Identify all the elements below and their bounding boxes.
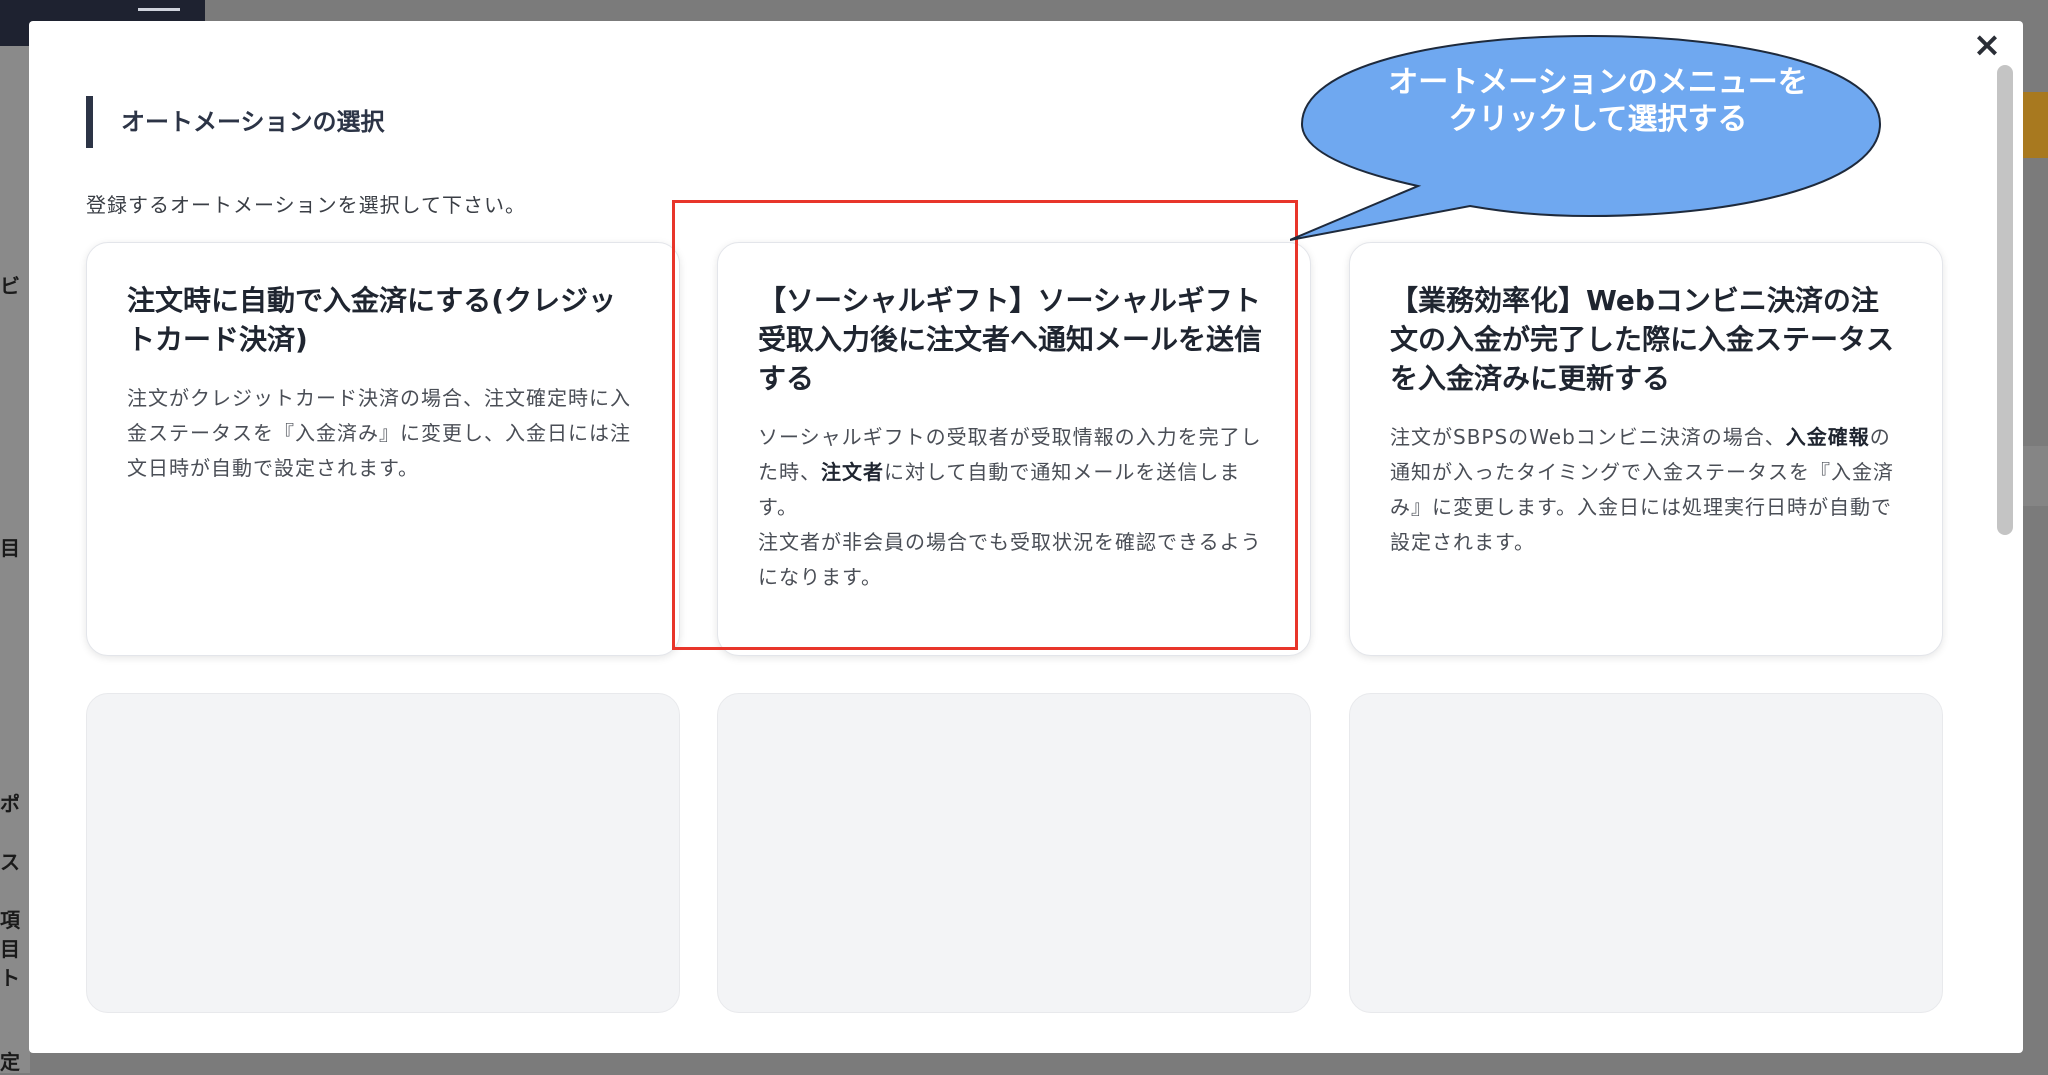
selection-highlight <box>672 200 1298 650</box>
automation-card-web-conbini[interactable]: 【業務効率化】Webコンビニ決済の注文の入金が完了した際に入金ステータスを入金済… <box>1349 242 1943 656</box>
sidebar-fragment[interactable]: 目 <box>0 532 20 561</box>
card-description: 注文がSBPSのWebコンビニ決済の場合、入金確報の通知が入ったタイミングで入金… <box>1390 425 1894 554</box>
sidebar-fragment[interactable]: 定 <box>0 1046 20 1075</box>
scrollbar-thumb[interactable] <box>1997 65 2013 535</box>
background-divider <box>2020 446 2048 506</box>
sidebar-fragment[interactable]: 項目 <box>0 904 30 962</box>
scrollbar[interactable] <box>1997 21 2019 1053</box>
automation-card-placeholder[interactable] <box>1349 693 1943 1013</box>
card-title: 【業務効率化】Webコンビニ決済の注文の入金が完了した際に入金ステータスを入金済… <box>1390 284 1895 395</box>
sidebar-fragment[interactable]: ス <box>0 846 20 875</box>
sidebar-fragment[interactable]: ビ <box>0 270 20 299</box>
sidebar-fragment[interactable]: ポ <box>0 788 20 817</box>
card-description: 注文がクレジットカード決済の場合、注文確定時に入金ステータスを『入金済み』に変更… <box>127 386 631 480</box>
automation-card-placeholder[interactable] <box>86 693 680 1013</box>
sidebar-fragment[interactable]: ト <box>0 962 20 991</box>
callout-line: クリックして選択する <box>1448 102 1748 137</box>
app-sidebar: ビ 目 ポ ス 項目 ト 定 <box>0 46 30 1075</box>
automation-card-placeholder[interactable] <box>717 693 1311 1013</box>
automation-card-credit-card[interactable]: 注文時に自動で入金済にする(クレジットカード決済) 注文がクレジットカード決済の… <box>86 242 680 656</box>
menu-icon[interactable] <box>138 8 180 11</box>
modal-title: オートメーションの選択 <box>86 96 385 148</box>
callout-line: オートメーションのメニューを <box>1388 65 1808 100</box>
modal-description: 登録するオートメーションを選択して下さい。 <box>86 193 526 217</box>
emphasis-text: 入金確報 <box>1785 425 1870 449</box>
callout-text: オートメーションのメニューを クリックして選択する <box>1318 64 1878 138</box>
card-title: 注文時に自動で入金済にする(クレジットカード決済) <box>127 284 617 356</box>
